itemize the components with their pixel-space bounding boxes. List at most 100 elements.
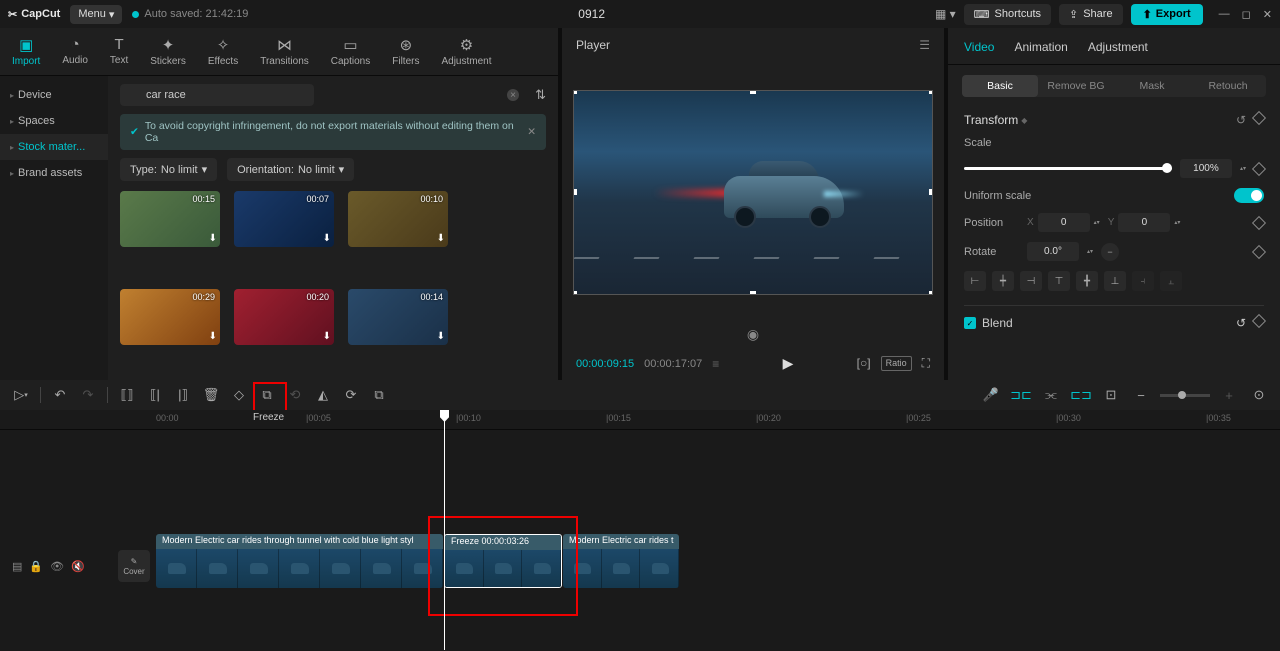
position-x-input[interactable]: 0	[1038, 213, 1090, 232]
orientation-filter[interactable]: Orientation: No limit ▾	[227, 158, 354, 181]
preview-icon[interactable]: ⊡	[1100, 384, 1122, 406]
marker-icon[interactable]: ◇	[228, 384, 250, 406]
ratio-button[interactable]: Ratio	[881, 356, 912, 371]
tab-filters[interactable]: ⊛Filters	[388, 34, 423, 69]
crop-icon[interactable]: ⧉	[368, 384, 390, 406]
track-mute-icon[interactable]: 🔇	[71, 560, 85, 573]
snap-icon[interactable]: ⊏⊐	[1070, 384, 1092, 406]
sidebar-item-brand[interactable]: ▸Brand assets	[0, 160, 108, 186]
delete-icon[interactable]: 🗑	[200, 384, 222, 406]
resize-handle[interactable]	[929, 291, 933, 295]
sort-icon[interactable]: ⇅	[535, 87, 546, 103]
minimize-icon[interactable]: —	[1219, 8, 1230, 21]
zoom-slider[interactable]	[1160, 394, 1210, 397]
align-left-icon[interactable]: ⊢	[964, 271, 986, 291]
tab-captions[interactable]: ▭Captions	[327, 34, 374, 69]
keyframe-icon[interactable]	[1252, 111, 1266, 125]
subtab-remove-bg[interactable]: Remove BG	[1038, 75, 1114, 97]
export-button[interactable]: ⬆ Export	[1131, 4, 1203, 25]
project-title[interactable]: 0912	[258, 7, 925, 21]
maximize-icon[interactable]: ◻	[1242, 8, 1251, 21]
keyframe-icon[interactable]	[1252, 161, 1266, 175]
close-warning-icon[interactable]: ✕	[527, 126, 536, 138]
resize-handle[interactable]	[929, 189, 933, 195]
scale-value[interactable]: 100%	[1180, 159, 1232, 178]
tab-adjustment-props[interactable]: Adjustment	[1088, 40, 1148, 54]
reset-icon[interactable]: ↺	[1236, 113, 1246, 127]
shortcuts-button[interactable]: ⌨ Shortcuts	[964, 4, 1051, 25]
freeze-button[interactable]: ⧉ Freeze	[256, 384, 278, 406]
magnet-on-icon[interactable]: ⊐⊏	[1010, 384, 1032, 406]
align-center-v-icon[interactable]: ╋	[1076, 271, 1098, 291]
zoom-fit-icon[interactable]: ⊙	[1248, 384, 1270, 406]
layout-icon[interactable]: ▦ ▾	[935, 7, 956, 21]
stock-thumb[interactable]: 00:29⬇	[120, 289, 220, 345]
download-icon[interactable]: ⬇	[437, 233, 445, 244]
align-center-h-icon[interactable]: ┿	[992, 271, 1014, 291]
cover-button[interactable]: ✎Cover	[118, 550, 150, 582]
track-menu-icon[interactable]: ▤	[12, 560, 22, 573]
stock-thumb[interactable]: 00:15⬇	[120, 191, 220, 247]
selection-tool-icon[interactable]: ▷▾	[10, 384, 32, 406]
pos-y-stepper[interactable]: ▴▾	[1174, 219, 1180, 226]
blend-checkbox[interactable]: ✓	[964, 317, 976, 329]
redo-icon[interactable]: ↷	[77, 384, 99, 406]
subtab-retouch[interactable]: Retouch	[1190, 75, 1266, 97]
zoom-out-icon[interactable]: −	[1130, 384, 1152, 406]
download-icon[interactable]: ⬇	[437, 331, 445, 342]
position-y-input[interactable]: 0	[1118, 213, 1170, 232]
player-menu-icon[interactable]: ☰	[919, 38, 930, 52]
marker-icon[interactable]: ◉	[747, 326, 759, 342]
pos-x-stepper[interactable]: ▴▾	[1094, 219, 1100, 226]
keyframe-icon[interactable]	[1252, 244, 1266, 258]
align-right-icon[interactable]: ⊣	[1020, 271, 1042, 291]
split-right-icon[interactable]: |⟧	[172, 384, 194, 406]
timeline-clip[interactable]: Modern Electric car rides through tunnel…	[156, 534, 443, 588]
align-top-icon[interactable]: ⊤	[1048, 271, 1070, 291]
resize-handle[interactable]	[750, 90, 756, 94]
subtab-mask[interactable]: Mask	[1114, 75, 1190, 97]
playhead[interactable]	[444, 410, 445, 650]
distribute-v-icon[interactable]: ⫠	[1160, 271, 1182, 291]
resize-handle[interactable]	[573, 189, 577, 195]
tab-audio[interactable]: ◔Audio	[58, 34, 92, 69]
align-bottom-icon[interactable]: ⊥	[1104, 271, 1126, 291]
scale-slider[interactable]	[964, 167, 1172, 170]
tab-adjustment[interactable]: ⚙Adjustment	[437, 34, 495, 69]
download-icon[interactable]: ⬇	[209, 233, 217, 244]
split-left-icon[interactable]: ⟦|	[144, 384, 166, 406]
sidebar-item-spaces[interactable]: ▸Spaces	[0, 108, 108, 134]
link-icon[interactable]: ⫘	[1040, 384, 1062, 406]
distribute-h-icon[interactable]: ⫞	[1132, 271, 1154, 291]
rotate-icon[interactable]: ⟳	[340, 384, 362, 406]
stock-thumb[interactable]: 00:20⬇	[234, 289, 334, 345]
video-preview[interactable]	[573, 90, 933, 295]
mirror-icon[interactable]: ◭	[312, 384, 334, 406]
reverse-icon[interactable]: ⟲	[284, 384, 306, 406]
tab-text[interactable]: TText	[106, 34, 132, 69]
download-icon[interactable]: ⬇	[323, 331, 331, 342]
clear-search-icon[interactable]: ×	[507, 89, 519, 101]
type-filter[interactable]: Type: No limit ▾	[120, 158, 217, 181]
track-visibility-icon[interactable]: 👁	[50, 560, 64, 573]
download-icon[interactable]: ⬇	[323, 233, 331, 244]
close-icon[interactable]: ✕	[1263, 8, 1272, 21]
sidebar-item-stock[interactable]: ▸Stock mater...	[0, 134, 108, 160]
stock-thumb[interactable]: 00:07⬇	[234, 191, 334, 247]
resize-handle[interactable]	[929, 90, 933, 94]
subtab-basic[interactable]: Basic	[962, 75, 1038, 97]
scan-icon[interactable]: [○]	[857, 356, 871, 371]
timeline-ruler[interactable]: 00:00 |00:05 |00:10 |00:15 |00:20 |00:25…	[0, 410, 1280, 430]
share-button[interactable]: ⇪ Share	[1059, 4, 1123, 25]
tab-animation[interactable]: Animation	[1014, 40, 1067, 54]
keyframe-icon[interactable]	[1252, 314, 1266, 328]
tab-import[interactable]: ▣Import	[8, 34, 44, 69]
tab-effects[interactable]: ✧Effects	[204, 34, 242, 69]
timeline-tracks[interactable]: ▤ 🔒 👁 🔇 ✎Cover Modern Electric car rides…	[0, 430, 1280, 651]
rotate-input[interactable]: 0.0°	[1027, 242, 1079, 261]
keyframe-icon[interactable]	[1252, 215, 1266, 229]
timeline-clip-freeze[interactable]: Freeze 00:00:03:26	[444, 534, 562, 588]
zoom-in-icon[interactable]: +	[1218, 384, 1240, 406]
play-button[interactable]: ▶	[729, 355, 846, 372]
sidebar-item-device[interactable]: ▸Device	[0, 82, 108, 108]
